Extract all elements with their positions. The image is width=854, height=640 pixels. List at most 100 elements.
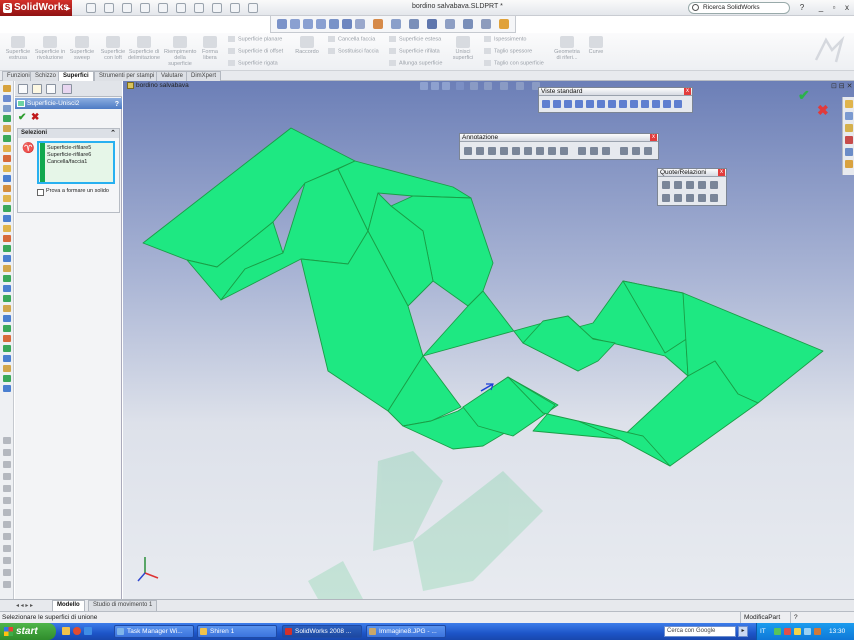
horizontal-dimension-icon[interactable] (674, 181, 682, 189)
tool-icon[interactable] (3, 115, 11, 122)
tray-icon[interactable] (804, 628, 811, 635)
clock[interactable]: 13:30 (829, 623, 845, 640)
tab-schizzo[interactable]: Schizzo (30, 71, 62, 81)
view-trimetric-icon[interactable] (619, 100, 627, 108)
surface-cut-button[interactable]: Taglio con superficie (484, 60, 544, 66)
tool-icon[interactable] (3, 345, 11, 352)
quick-launch-icon[interactable] (84, 627, 92, 635)
viewport-controls[interactable]: ⊡ ⊟ ✕ (831, 82, 853, 90)
sketch-tool-icon[interactable] (3, 473, 11, 480)
revision-icon[interactable] (620, 147, 628, 155)
tool-icon[interactable] (3, 185, 11, 192)
view-dimetric-icon[interactable] (630, 100, 638, 108)
collapse-icon[interactable]: ⌃ (110, 129, 116, 138)
rebuild-icon[interactable] (194, 3, 204, 13)
tab-strumenti-stampi[interactable]: Strumenti per stampi (94, 71, 160, 81)
ok-button[interactable]: ✔ (18, 112, 26, 123)
list-item[interactable]: Cancella/faccia1 (47, 159, 87, 165)
tolerance-icon[interactable] (548, 147, 556, 155)
tab-modello[interactable]: Modello (52, 600, 85, 611)
tray-icon[interactable] (794, 628, 801, 635)
undo-icon[interactable] (158, 3, 168, 13)
tool-icon[interactable] (3, 335, 11, 342)
display-relations-icon[interactable] (686, 194, 694, 202)
smart-dimension-icon[interactable] (662, 181, 670, 189)
taskbar-item-active[interactable]: SolidWorks 2008 ... (282, 625, 362, 638)
tool-icon[interactable] (3, 135, 11, 142)
section-icon[interactable] (456, 82, 464, 90)
redo-icon[interactable] (176, 3, 186, 13)
quick-launch-icon[interactable] (62, 627, 70, 635)
extruded-surface-button[interactable]: Superficie estrusa (2, 36, 34, 61)
tool-icon[interactable] (3, 225, 11, 232)
tool-icon[interactable] (3, 125, 11, 132)
property-manager-tab-icon[interactable] (32, 84, 42, 94)
cancel-button[interactable]: ✖ (31, 112, 39, 123)
try-form-solid-checkbox[interactable] (37, 189, 44, 196)
add-relation-icon[interactable] (674, 194, 682, 202)
scene-icon[interactable] (516, 82, 524, 90)
zoom-selection-icon[interactable] (316, 19, 326, 29)
tool-icon[interactable] (3, 385, 11, 392)
knit-surface-button[interactable]: Unisci superfici (448, 36, 478, 61)
offset-surface-button[interactable]: Superficie di offset (228, 48, 283, 54)
view-front-icon[interactable] (542, 100, 550, 108)
tab-valutare[interactable]: Valutare (156, 71, 188, 81)
view-right-icon[interactable] (575, 100, 583, 108)
view-normal-icon[interactable] (641, 100, 649, 108)
restore-button[interactable]: ▫ (829, 3, 839, 13)
untrim-surface-button[interactable]: Allunga superficie (389, 60, 442, 66)
revolved-surface-button[interactable]: Superficie in rivoluzione (34, 36, 66, 61)
sketch-tool-icon[interactable] (3, 497, 11, 504)
hide-show-icon[interactable] (500, 82, 508, 90)
view-back-icon[interactable] (553, 100, 561, 108)
tab-dimxpert[interactable]: DimXpert (186, 71, 222, 81)
lofted-surface-button[interactable]: Superficie con loft (97, 36, 129, 61)
shadows-icon[interactable] (481, 19, 491, 29)
configuration-tab-icon[interactable] (46, 84, 56, 94)
freeform-button[interactable]: Forma libera (198, 36, 222, 61)
tool-icon[interactable] (3, 275, 11, 282)
quick-launch-icon[interactable] (73, 627, 81, 635)
fillet-button[interactable]: Raccordo (292, 36, 322, 55)
vertical-dimension-icon[interactable] (686, 181, 694, 189)
block-icon[interactable] (632, 147, 640, 155)
view-left-icon[interactable] (564, 100, 572, 108)
language-indicator[interactable]: IT (760, 623, 766, 640)
annotation-tool-icon[interactable] (464, 147, 472, 155)
sketch-tool-icon[interactable] (3, 581, 11, 588)
selections-header[interactable]: Selezioni ⌃ (18, 129, 119, 138)
note-icon[interactable] (476, 147, 484, 155)
zoom-area-icon[interactable] (431, 82, 439, 90)
taskbar-item[interactable]: Shiren 1 (197, 625, 277, 638)
standard-views-icon[interactable] (355, 19, 365, 29)
tool-icon[interactable] (3, 215, 11, 222)
display-style-icon[interactable] (484, 82, 492, 90)
taskbar-item[interactable]: Task Manager Wi... (114, 625, 194, 638)
tool-icon[interactable] (3, 315, 11, 322)
select-icon[interactable] (230, 3, 240, 13)
table-icon[interactable] (644, 147, 652, 155)
palette-viste-standard[interactable]: Viste standard x (538, 87, 693, 113)
reference-geometry-button[interactable]: Geometria di riferi... (552, 36, 582, 61)
tool-icon[interactable] (3, 145, 11, 152)
appearances-icon[interactable] (845, 160, 853, 168)
design-library-icon[interactable] (845, 112, 853, 120)
tray-icon[interactable] (784, 628, 791, 635)
thicken-button[interactable]: Ispessimento (484, 36, 526, 42)
options-icon[interactable] (212, 3, 222, 13)
view-two-icon[interactable] (663, 100, 671, 108)
tool-icon[interactable] (3, 245, 11, 252)
tool-icon[interactable] (3, 95, 11, 102)
pan-icon[interactable] (342, 19, 352, 29)
chamfer-dimension-icon[interactable] (662, 194, 670, 202)
boundary-surface-button[interactable]: Superficie di delimitazione (128, 36, 160, 61)
tool-icon[interactable] (3, 365, 11, 372)
view-top-icon[interactable] (586, 100, 594, 108)
feature-tree-tab-icon[interactable] (18, 84, 28, 94)
graphics-area[interactable]: bordino salvabava ⊡ ⊟ ✕ ✔ ✖ Viste standa… (123, 81, 854, 599)
thickened-cut-button[interactable]: Taglio spessore (484, 48, 532, 54)
tool-icon[interactable] (3, 255, 11, 262)
palette-close-icon[interactable]: x (650, 134, 657, 141)
file-explorer-icon[interactable] (845, 124, 853, 132)
